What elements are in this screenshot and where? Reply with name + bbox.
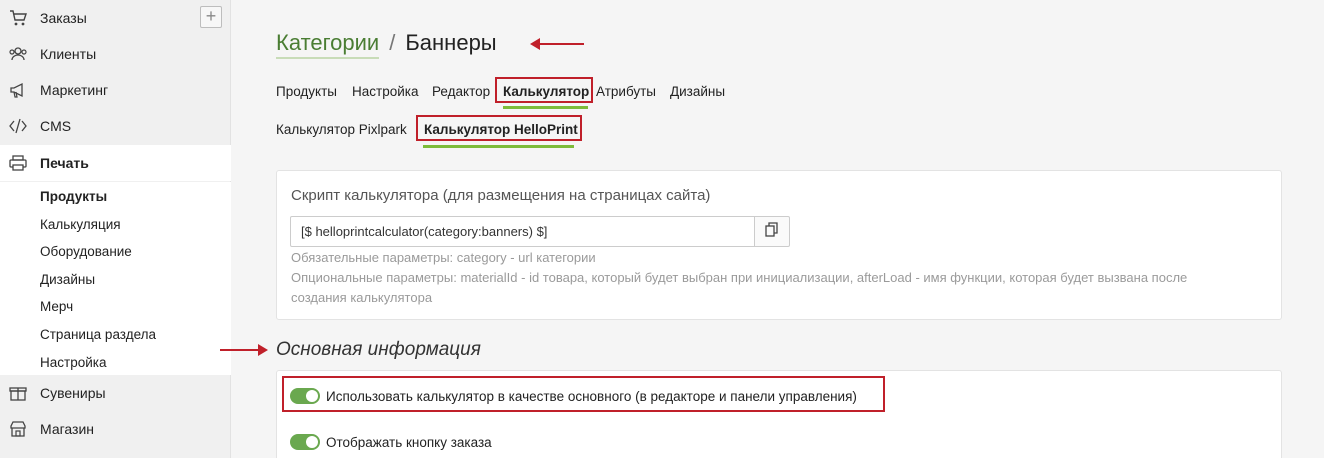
megaphone-icon <box>8 80 28 100</box>
optional-params-hint-cont: создания калькулятора <box>291 290 433 305</box>
tab-products[interactable]: Продукты <box>276 84 337 99</box>
sidebar-item-label: Клиенты <box>40 46 97 62</box>
submenu-item-products[interactable]: Продукты <box>40 189 107 204</box>
tab-editor[interactable]: Редактор <box>432 84 490 99</box>
active-tab-indicator <box>503 106 588 109</box>
sidebar-item-clients[interactable]: Клиенты <box>0 36 231 72</box>
highlight-box <box>282 376 885 412</box>
annotation-arrow <box>220 344 268 356</box>
sidebar-item-label: Маркетинг <box>40 82 109 98</box>
print-submenu <box>0 182 231 375</box>
sidebar-item-souvenirs[interactable]: Сувениры <box>0 375 231 411</box>
script-code-field[interactable]: [$ helloprintcalculator(category:banners… <box>290 216 755 247</box>
tab-designs[interactable]: Дизайны <box>670 84 725 99</box>
sidebar-item-label: Сувениры <box>40 385 106 401</box>
copy-button[interactable] <box>754 216 790 247</box>
tab-attributes[interactable]: Атрибуты <box>596 84 656 99</box>
sidebar-item-print[interactable]: Печать <box>0 145 231 181</box>
copy-icon <box>765 221 779 242</box>
submenu-item-calculation[interactable]: Калькуляция <box>40 217 121 232</box>
printer-icon <box>8 153 28 173</box>
required-params-hint: Обязательные параметры: category - url к… <box>291 250 596 265</box>
cart-icon <box>8 8 28 28</box>
toggle-show-order-button[interactable]: Отображать кнопку заказа <box>290 434 492 450</box>
toggle-switch[interactable] <box>290 434 320 450</box>
sidebar-item-label: Магазин <box>40 421 95 437</box>
toggle-label: Отображать кнопку заказа <box>326 434 492 450</box>
add-order-button[interactable]: + <box>200 6 222 28</box>
subtab-pixlpark[interactable]: Калькулятор Pixlpark <box>276 122 407 137</box>
users-icon <box>8 44 28 64</box>
code-icon <box>8 116 28 136</box>
sidebar-item-store[interactable]: Магазин <box>0 411 231 447</box>
sidebar-item-label: CMS <box>40 118 72 134</box>
breadcrumb-separator: / <box>389 30 396 55</box>
annotation-arrow <box>530 38 584 50</box>
main-content: Категории / Баннеры Продукты Настройка Р… <box>220 0 1324 458</box>
submenu-item-settings[interactable]: Настройка <box>40 355 106 370</box>
script-card-title: Скрипт калькулятора (для размещения на с… <box>291 187 711 204</box>
active-subtab-indicator <box>423 145 574 148</box>
submenu-item-designs[interactable]: Дизайны <box>40 272 95 287</box>
sidebar: Заказы + Клиенты Маркетинг CMS Печать Пр… <box>0 0 231 458</box>
submenu-item-merch[interactable]: Мерч <box>40 299 73 314</box>
optional-params-hint: Опциональные параметры: materialId - id … <box>291 270 1188 285</box>
script-card: Скрипт калькулятора (для размещения на с… <box>276 170 1282 320</box>
submenu-item-section-page[interactable]: Страница раздела <box>40 327 156 342</box>
highlight-box <box>495 77 593 103</box>
breadcrumb-categories-link[interactable]: Категории <box>276 30 380 59</box>
breadcrumb: Категории / Баннеры <box>276 30 497 59</box>
store-icon <box>8 419 28 439</box>
sidebar-item-marketing[interactable]: Маркетинг <box>0 72 231 108</box>
sidebar-item-label: Заказы <box>40 10 87 26</box>
highlight-box <box>416 115 582 141</box>
submenu-item-equipment[interactable]: Оборудование <box>40 244 132 259</box>
tab-settings[interactable]: Настройка <box>352 84 418 99</box>
gift-icon <box>8 383 28 403</box>
page-title: Баннеры <box>405 30 497 55</box>
sidebar-item-orders[interactable]: Заказы <box>0 0 231 36</box>
sidebar-item-label: Печать <box>40 155 89 171</box>
sidebar-item-cms[interactable]: CMS <box>0 108 231 144</box>
section-title-main-info: Основная информация <box>276 339 481 360</box>
